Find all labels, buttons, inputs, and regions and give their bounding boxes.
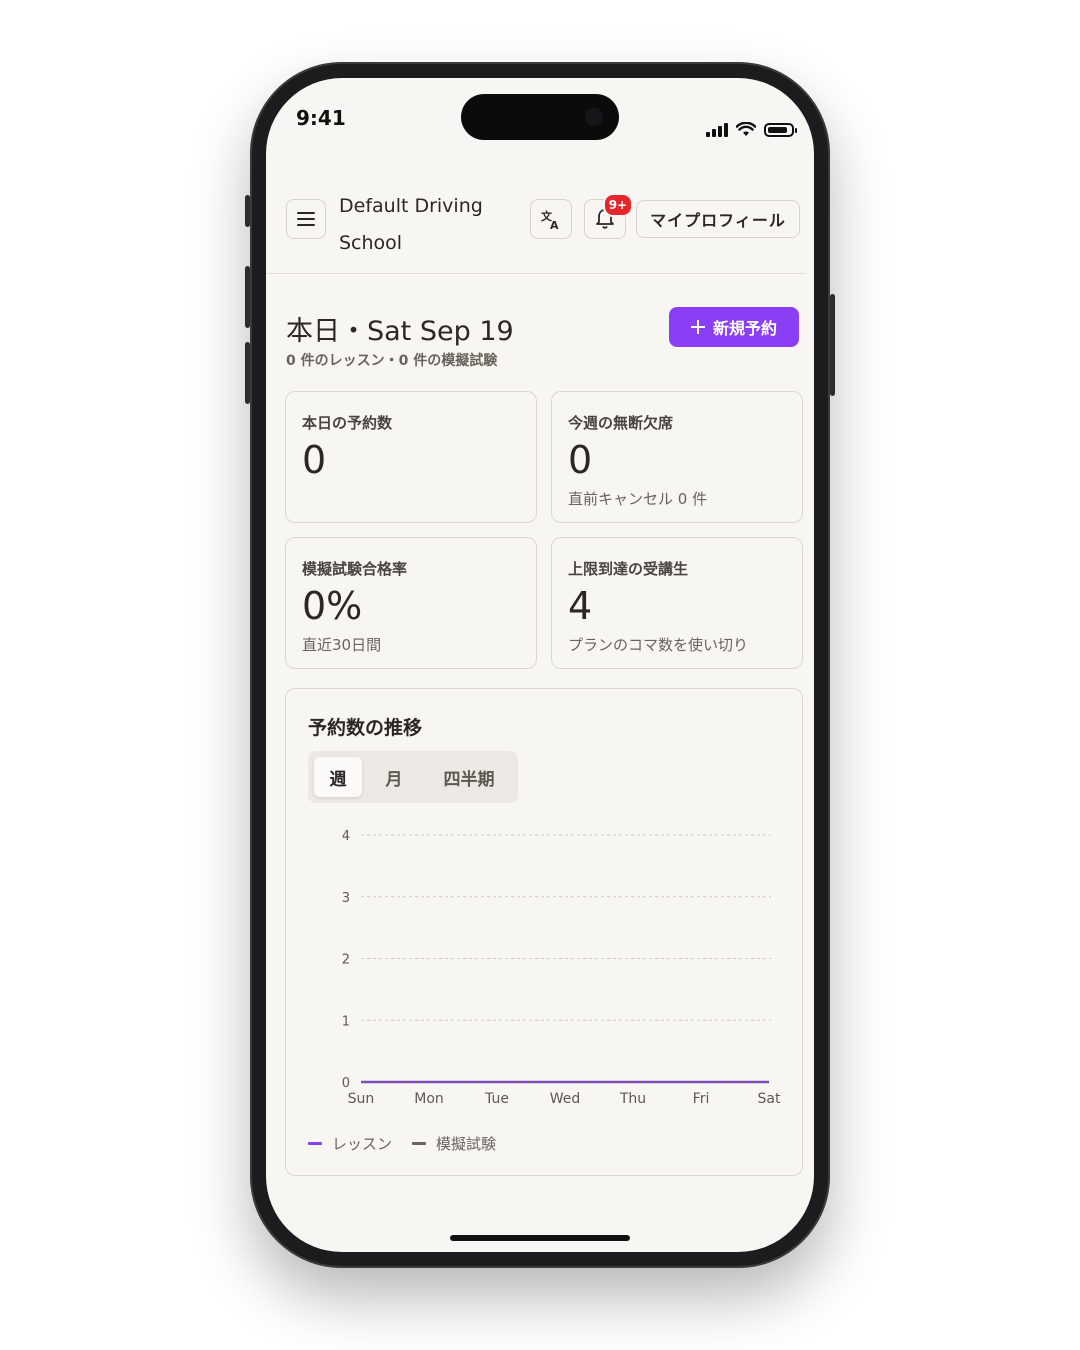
stat-label: 今週の無断欠席 <box>568 414 674 432</box>
status-time: 9:41 <box>296 106 346 130</box>
camera-icon <box>585 108 603 126</box>
notification-badge: 9+ <box>603 193 633 217</box>
y-tick-label: 2 <box>342 953 350 968</box>
hamburger-menu-icon <box>297 212 315 226</box>
screen: 9:41 Default Driving School 文 A 9+ マイプロフ… <box>266 78 814 1252</box>
tab-week[interactable]: 週 <box>314 757 362 797</box>
svg-text:A: A <box>550 219 559 230</box>
stat-label: 上限到達の受講生 <box>568 560 689 578</box>
stat-card-mock-pass-rate: 模擬試験合格率 0% 直近30日間 <box>285 537 537 669</box>
school-name-line2: School <box>339 232 403 254</box>
volume-down-button <box>245 342 250 404</box>
battery-icon <box>764 123 797 137</box>
stat-note: 直近30日間 <box>302 636 382 654</box>
tab-quarter[interactable]: 四半期 <box>426 757 512 797</box>
x-tick-label: Tue <box>484 1091 509 1107</box>
power-button <box>830 294 835 396</box>
my-profile-button[interactable]: マイプロフィール <box>636 200 800 238</box>
new-booking-button[interactable]: 新規予約 <box>669 307 799 347</box>
wifi-icon <box>736 122 756 136</box>
stat-value: 0 <box>568 438 593 482</box>
y-tick-label: 3 <box>342 891 350 906</box>
translate-icon: 文 A <box>541 209 559 230</box>
y-tick-label: 1 <box>342 1014 350 1029</box>
dynamic-island <box>461 94 619 140</box>
page-subtitle: 0 件のレッスン・0 件の模擬試験 <box>286 353 498 369</box>
stat-card-today-bookings: 本日の予約数 0 <box>285 391 537 523</box>
stat-note: 直前キャンセル 0 件 <box>568 490 708 508</box>
period-tabs: 週 月 四半期 <box>308 751 518 803</box>
page-title: 本日・Sat Sep 19 <box>286 316 514 347</box>
menu-button[interactable] <box>286 199 326 239</box>
legend-label-lessons: レッスン <box>332 1135 393 1153</box>
stat-note: プランのコマ数を使い切り <box>568 636 749 654</box>
y-tick-label: 0 <box>342 1076 350 1091</box>
legend-item-lessons[interactable]: レッスン <box>308 1133 392 1154</box>
x-tick-label: Wed <box>550 1091 581 1107</box>
legend-item-mock-exams[interactable]: 模擬試験 <box>412 1133 496 1154</box>
stat-card-limit-reached-students: 上限到達の受講生 4 プランのコマ数を使い切り <box>551 537 803 669</box>
notifications-button[interactable]: 9+ <box>584 193 633 239</box>
stat-card-weekly-no-shows: 今週の無断欠席 0 直前キャンセル 0 件 <box>551 391 803 523</box>
new-booking-label: 新規予約 <box>712 319 777 338</box>
app-header: Default Driving School 文 A 9+ マイプロフィール <box>266 178 806 274</box>
x-tick-label: Sun <box>348 1091 375 1107</box>
stat-value: 0% <box>302 584 363 628</box>
language-button[interactable]: 文 A <box>530 199 572 239</box>
bookings-line-chart: 0 1 2 3 4 Sun Mon Tue Wed Thu Fri Sat <box>342 829 781 1107</box>
tab-month[interactable]: 月 <box>370 757 418 797</box>
bookings-trend-card: 予約数の推移 週 月 四半期 0 1 2 3 4 Sun Mon Tue Wed Thu Fri Sa… <box>285 688 803 1176</box>
x-tick-label: Thu <box>619 1091 646 1107</box>
chart-legend: レッスン 模擬試験 <box>308 1133 496 1154</box>
volume-up-button <box>245 266 250 328</box>
stat-value: 4 <box>568 584 593 628</box>
status-icons <box>706 122 797 137</box>
x-tick-label: Sat <box>758 1091 781 1107</box>
legend-label-mock-exams: 模擬試験 <box>436 1135 497 1153</box>
signal-icon <box>706 123 728 137</box>
y-tick-label: 4 <box>342 829 350 844</box>
home-indicator <box>450 1235 630 1241</box>
legend-swatch-lessons <box>308 1142 322 1145</box>
x-tick-label: Fri <box>693 1091 710 1107</box>
x-tick-label: Mon <box>414 1091 444 1107</box>
legend-swatch-mock-exams <box>412 1142 427 1145</box>
plus-icon <box>690 320 705 334</box>
school-name: Default Driving School <box>339 188 499 262</box>
stat-value: 0 <box>302 438 327 482</box>
stat-label: 本日の予約数 <box>302 414 393 432</box>
chart-title: 予約数の推移 <box>308 717 423 739</box>
action-button <box>245 195 250 227</box>
stat-label: 模擬試験合格率 <box>302 560 408 578</box>
school-name-line1: Default Driving <box>339 195 483 217</box>
